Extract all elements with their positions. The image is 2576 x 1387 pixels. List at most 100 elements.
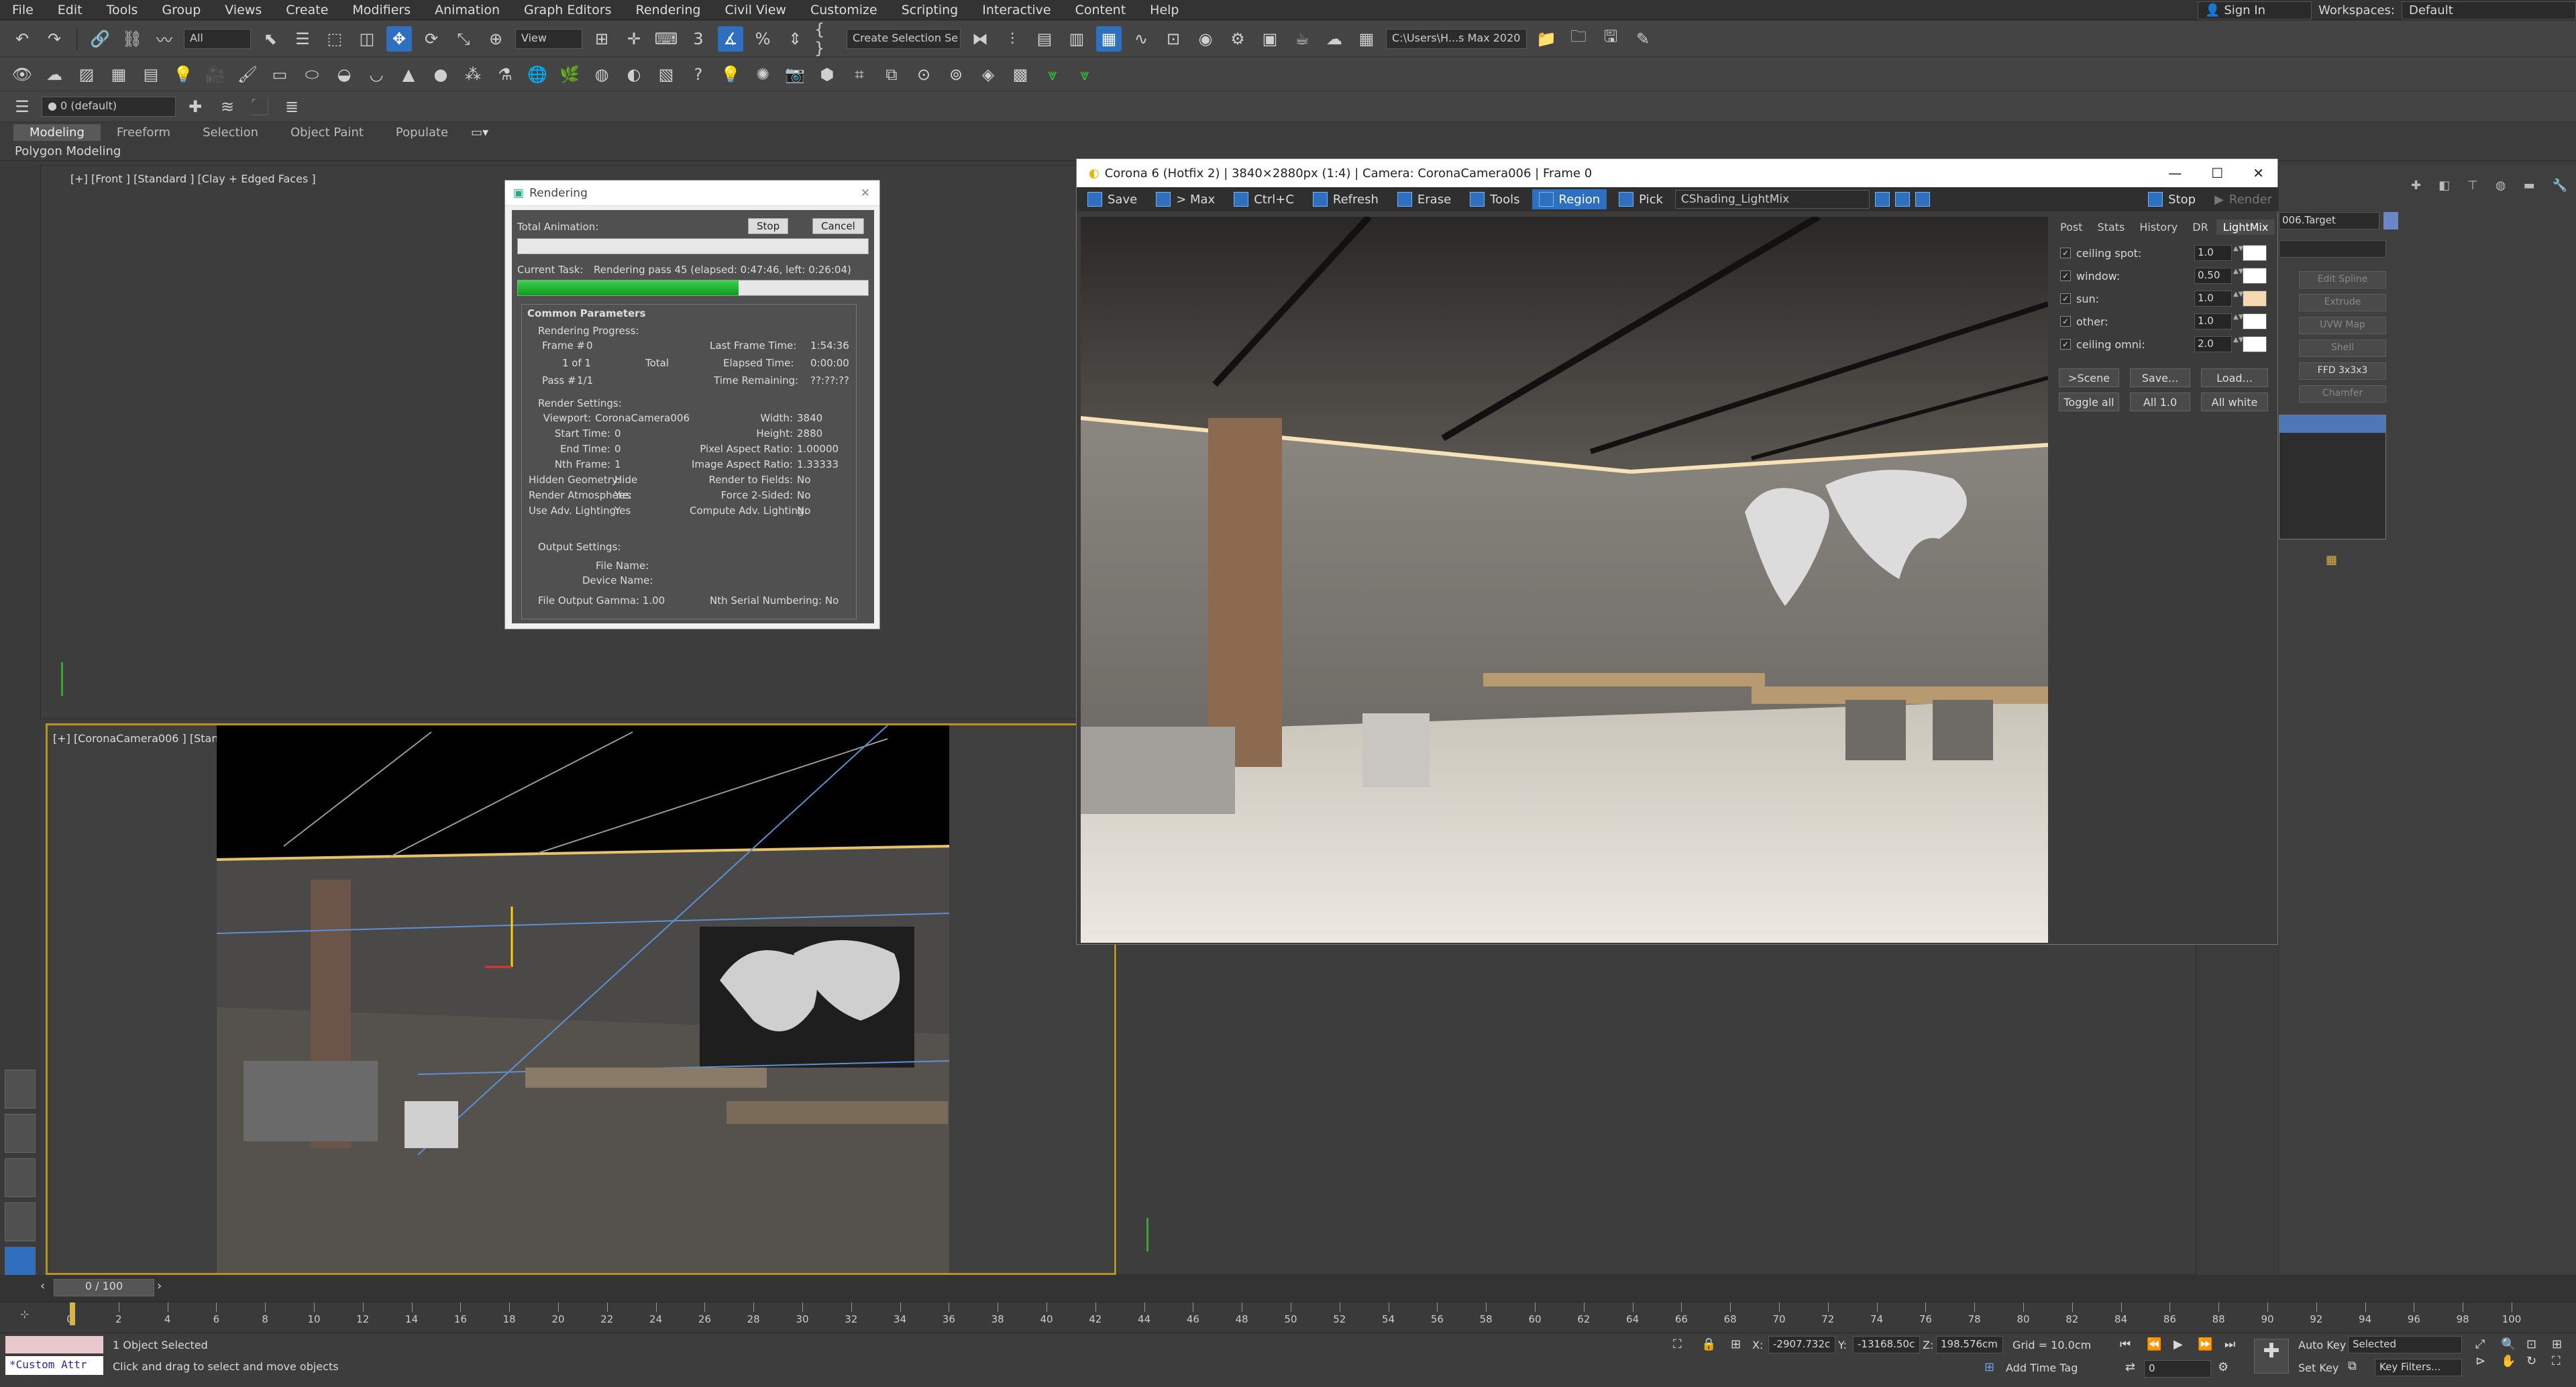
- corona-tab-post[interactable]: Post: [2053, 219, 2089, 235]
- menu-item-file[interactable]: File: [0, 3, 46, 17]
- corona-sun-icon[interactable]: ✺: [750, 62, 775, 87]
- texture-icon[interactable]: ◍: [589, 62, 614, 87]
- display-tab-icon[interactable]: ▬: [2524, 178, 2535, 199]
- toggle-layer-explorer-icon[interactable]: ▥: [1064, 26, 1089, 52]
- proxy-icon[interactable]: ⚗: [492, 62, 518, 87]
- zoom-extents-all-icon[interactable]: ⊞: [2552, 1337, 2575, 1351]
- lightmix-value-field[interactable]: 2.0: [2194, 336, 2232, 352]
- load-lightmix-button[interactable]: Load...: [2201, 368, 2268, 387]
- modifier-button-edit-spline[interactable]: Edit Spline: [2299, 271, 2386, 289]
- to-scene-button[interactable]: >Scene: [2059, 368, 2119, 387]
- lightmix-value-field[interactable]: 0.50: [2194, 268, 2232, 284]
- corona-decal-icon[interactable]: ⌗: [847, 62, 872, 87]
- select-by-name-icon[interactable]: ☰: [290, 26, 315, 52]
- rotate-icon[interactable]: ⟳: [419, 26, 444, 52]
- viewport-label[interactable]: [+] [Front ] [Standard ] [Clay + Edged F…: [70, 172, 316, 185]
- corona-light-icon[interactable]: 💡: [718, 62, 743, 87]
- link-icon[interactable]: 🔗: [87, 26, 113, 52]
- keyboard-shortcut-icon[interactable]: ⌨: [653, 26, 679, 52]
- cloud-icon[interactable]: ☁: [42, 62, 67, 87]
- bitmap-icon[interactable]: ▧: [653, 62, 679, 87]
- lightmix-color-swatch[interactable]: [2243, 313, 2267, 329]
- stop-button[interactable]: Stop: [748, 218, 789, 234]
- toggle-ribbon-icon[interactable]: ▦: [1096, 25, 1122, 52]
- fov-icon[interactable]: ⊳: [2475, 1354, 2498, 1368]
- goto-start-icon[interactable]: ⏮: [2120, 1337, 2131, 1351]
- prev-frame-icon[interactable]: ‹: [40, 1279, 45, 1293]
- percent-snap-icon[interactable]: %: [750, 26, 775, 52]
- maximize-viewport-icon[interactable]: ⛶: [2552, 1354, 2575, 1368]
- pan-icon[interactable]: ✋: [2501, 1354, 2524, 1368]
- workspace-dropdown[interactable]: Default: [2402, 1, 2576, 19]
- select-layer-icon[interactable]: ⬛: [247, 94, 272, 119]
- project-path-dropdown[interactable]: C:\Users\H...s Max 2020: [1386, 28, 1527, 49]
- a360-gallery-icon[interactable]: ▦: [1354, 26, 1379, 52]
- mirror-icon[interactable]: ⧓: [967, 26, 993, 52]
- menu-item-modifiers[interactable]: Modifiers: [340, 3, 423, 17]
- menu-item-tools[interactable]: Tools: [95, 3, 150, 17]
- zoom-in-icon[interactable]: [1874, 192, 1890, 207]
- corona-btn-refresh[interactable]: Refresh: [1306, 189, 1385, 209]
- zoom-extents-icon[interactable]: ⊡: [2526, 1337, 2549, 1351]
- material-sphere-icon[interactable]: ◐: [621, 62, 647, 87]
- common-parameters-title[interactable]: Common Parameters: [527, 307, 645, 319]
- zoom-out-icon[interactable]: [1894, 192, 1910, 207]
- next-key-icon[interactable]: ⏩: [2198, 1337, 2212, 1351]
- layout-button[interactable]: [5, 1114, 36, 1153]
- tree-icon[interactable]: 🌿: [557, 62, 582, 87]
- corona-btn-pick[interactable]: Pick: [1612, 189, 1670, 209]
- bind-space-warp-icon[interactable]: 〰: [152, 26, 177, 52]
- project-folder-icon[interactable]: 📁: [1534, 26, 1559, 52]
- select-object-icon[interactable]: ⬉: [258, 26, 283, 52]
- y-coordinate-field[interactable]: -13168.50c: [1853, 1336, 1920, 1353]
- modifier-list-dropdown[interactable]: [2279, 240, 2386, 258]
- align-icon[interactable]: ⫶: [1000, 26, 1025, 52]
- table-icon[interactable]: ▤: [138, 62, 164, 87]
- camera-icon[interactable]: 🎥: [203, 62, 228, 87]
- menu-item-graph-editors[interactable]: Graph Editors: [512, 3, 623, 17]
- angle-snap-icon[interactable]: ∡: [718, 25, 743, 52]
- configure-icon[interactable]: ▦: [2326, 553, 2337, 567]
- corona-converter-icon[interactable]: ⊚: [943, 62, 969, 87]
- corona-btn-tools[interactable]: Tools: [1463, 189, 1526, 209]
- lightmix-checkbox[interactable]: ✓: [2060, 293, 2071, 304]
- lightmix-value-field[interactable]: 1.0: [2194, 313, 2232, 329]
- lightmix-checkbox[interactable]: ✓: [2060, 248, 2071, 258]
- ribbon-options-icon[interactable]: ▭▾: [471, 125, 488, 140]
- menu-item-create[interactable]: Create: [274, 3, 340, 17]
- ribbon-tab-modeling[interactable]: Modeling: [13, 123, 101, 141]
- help-icon[interactable]: ?: [686, 62, 711, 87]
- set-key-big-button[interactable]: ✚: [2254, 1339, 2289, 1374]
- lightmix-color-swatch[interactable]: [2243, 291, 2267, 307]
- bowl-icon[interactable]: ◡: [364, 62, 389, 87]
- object-color-swatch[interactable]: [2383, 212, 2398, 229]
- create-tab-icon[interactable]: ✚: [2411, 178, 2421, 199]
- menu-item-animation[interactable]: Animation: [423, 3, 512, 17]
- corona-tab-history[interactable]: History: [2133, 219, 2184, 235]
- corona-btn-region[interactable]: Region: [1532, 189, 1607, 209]
- modifier-button-uvw-map[interactable]: UVW Map: [2299, 317, 2386, 334]
- scale-icon[interactable]: ⤡: [451, 26, 476, 52]
- menu-item-help[interactable]: Help: [1138, 3, 1191, 17]
- key-filters-button[interactable]: Key Filters...: [2375, 1359, 2462, 1376]
- layer-dropdown[interactable]: ● 0 (default): [42, 96, 176, 117]
- menu-item-customize[interactable]: Customize: [798, 3, 890, 17]
- next-frame-icon[interactable]: ›: [157, 1279, 162, 1293]
- corona-tab-stats[interactable]: Stats: [2090, 219, 2131, 235]
- selected-stack-item[interactable]: [2279, 415, 2385, 433]
- disc-icon[interactable]: ◒: [331, 62, 357, 87]
- curve-editor-icon[interactable]: ∿: [1128, 26, 1154, 52]
- all-1-button[interactable]: All 1.0: [2130, 393, 2190, 411]
- channel-dropdown[interactable]: CShading_LightMix: [1674, 190, 1870, 209]
- schematic-view-icon[interactable]: ⊡: [1161, 26, 1186, 52]
- menu-item-group[interactable]: Group: [150, 3, 213, 17]
- corona-tab-lightmix[interactable]: LightMix: [2216, 219, 2275, 235]
- selection-set-dropdown[interactable]: Create Selection Se: [847, 28, 961, 49]
- light-lister-icon[interactable]: 💡: [170, 62, 196, 87]
- cancel-button[interactable]: Cancel: [812, 218, 864, 234]
- cone-icon[interactable]: ▲: [396, 62, 421, 87]
- goto-end-icon[interactable]: ⏭: [2224, 1337, 2235, 1351]
- corona-btn-ctrl-c[interactable]: Ctrl+C: [1227, 189, 1301, 209]
- globe-icon[interactable]: 🌐: [525, 62, 550, 87]
- modifier-button-shell[interactable]: Shell: [2299, 340, 2386, 357]
